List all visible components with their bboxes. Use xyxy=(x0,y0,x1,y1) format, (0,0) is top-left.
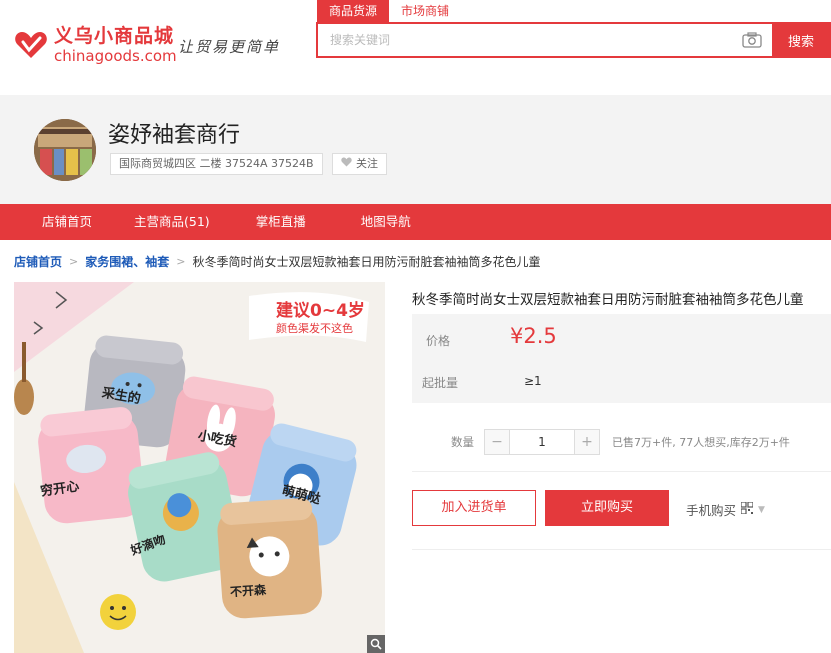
magnifier-icon[interactable] xyxy=(367,635,385,653)
search-box: 搜索 xyxy=(316,22,831,58)
divider xyxy=(412,471,831,472)
follow-label: 关注 xyxy=(356,157,378,170)
buy-now-button[interactable]: 立即购买 xyxy=(545,490,669,526)
heart-icon xyxy=(341,154,352,174)
quantity-input[interactable]: 1 xyxy=(509,430,575,454)
qrcode-icon xyxy=(740,501,754,517)
quantity-label: 数量 xyxy=(451,435,474,449)
mobile-buy-label: 手机购买 xyxy=(686,503,737,518)
tab-market-shops[interactable]: 市场商铺 xyxy=(389,0,461,22)
top-header: 义乌小商品城 chinagoods.com 让贸易更简单 商品货源 市场商铺 搜… xyxy=(0,0,831,95)
shop-avatar[interactable] xyxy=(34,119,96,181)
chevron-right-icon: > xyxy=(69,255,79,268)
product-image[interactable]: 建议0~4岁 颜色渠发不这色 采生的 小吃货 穷开心 萌萌哒 好滴吻 不开森 xyxy=(14,282,385,653)
follow-button[interactable]: 关注 xyxy=(332,153,387,175)
divider xyxy=(412,549,831,550)
breadcrumb: 店铺首页 > 家务围裙、袖套 > 秋冬季简时尚女士双层短款袖套日用防污耐脏套袖袖… xyxy=(14,253,540,270)
nav-item-map[interactable]: 地图导航 xyxy=(361,204,411,240)
moq-value: ≥1 xyxy=(524,374,542,388)
mobile-buy-button[interactable]: 手机购买 ▼ xyxy=(686,500,765,519)
tab-goods-source[interactable]: 商品货源 xyxy=(317,0,390,22)
breadcrumb-home[interactable]: 店铺首页 xyxy=(14,253,62,270)
add-to-cart-button[interactable]: 加入进货单 xyxy=(412,490,536,526)
product-title: 秋冬季简时尚女士双层短款袖套日用防污耐脏套袖袖筒多花色儿童 xyxy=(412,292,804,308)
image-banner-line2: 颜色渠发不这色 xyxy=(276,322,353,335)
search-input[interactable] xyxy=(318,24,732,56)
shop-address: 国际商贸城四区 二楼 37524A 37524B xyxy=(110,153,323,175)
breadcrumb-current: 秋冬季简时尚女士双层短款袖套日用防污耐脏套袖袖筒多花色儿童 xyxy=(192,255,541,269)
breadcrumb-category[interactable]: 家务围裙、袖套 xyxy=(85,253,169,270)
price-box: 价格 ¥2.5 起批量 ≥1 xyxy=(412,314,831,403)
price-value: ¥2.5 xyxy=(510,324,557,348)
logo-chinese-text: 义乌小商品城 xyxy=(54,24,175,47)
sleeve-label-6: 不开森 xyxy=(229,582,267,600)
image-banner-line1: 建议0~4岁 xyxy=(276,301,365,321)
nav-item-products[interactable]: 主营商品(51) xyxy=(134,204,210,240)
nav-item-live[interactable]: 掌柜直播 xyxy=(256,204,306,240)
search-button[interactable]: 搜索 xyxy=(772,24,830,56)
site-logo[interactable]: 义乌小商品城 chinagoods.com xyxy=(14,25,177,65)
increment-button[interactable]: + xyxy=(575,430,599,454)
shop-name: 姿妤袖套商行 xyxy=(108,123,241,148)
stock-info: 已售7万+件, 77人想买,库存2万+件 xyxy=(612,436,790,449)
quantity-row: 数量 − 1 + 已售7万+件, 77人想买,库存2万+件 xyxy=(451,429,790,455)
decrement-button[interactable]: − xyxy=(485,430,509,454)
moq-label: 起批量 xyxy=(422,376,459,390)
quantity-stepper: − 1 + xyxy=(484,429,600,455)
chevron-down-icon: ▼ xyxy=(758,504,765,515)
shop-banner: 姿妤袖套商行 国际商贸城四区 二楼 37524A 37524B 关注 xyxy=(0,95,831,204)
search-tabs: 商品货源 市场商铺 xyxy=(317,0,461,22)
logo-heart-icon xyxy=(14,30,48,60)
camera-icon[interactable] xyxy=(732,24,772,56)
logo-english-text: chinagoods.com xyxy=(54,46,177,65)
nav-item-home[interactable]: 店铺首页 xyxy=(42,204,92,240)
shop-nav: 店铺首页 主营商品(51) 掌柜直播 地图导航 xyxy=(0,204,831,240)
site-slogan: 让贸易更简单 xyxy=(178,38,281,56)
chevron-right-icon: > xyxy=(176,255,186,268)
price-label: 价格 xyxy=(426,334,451,348)
